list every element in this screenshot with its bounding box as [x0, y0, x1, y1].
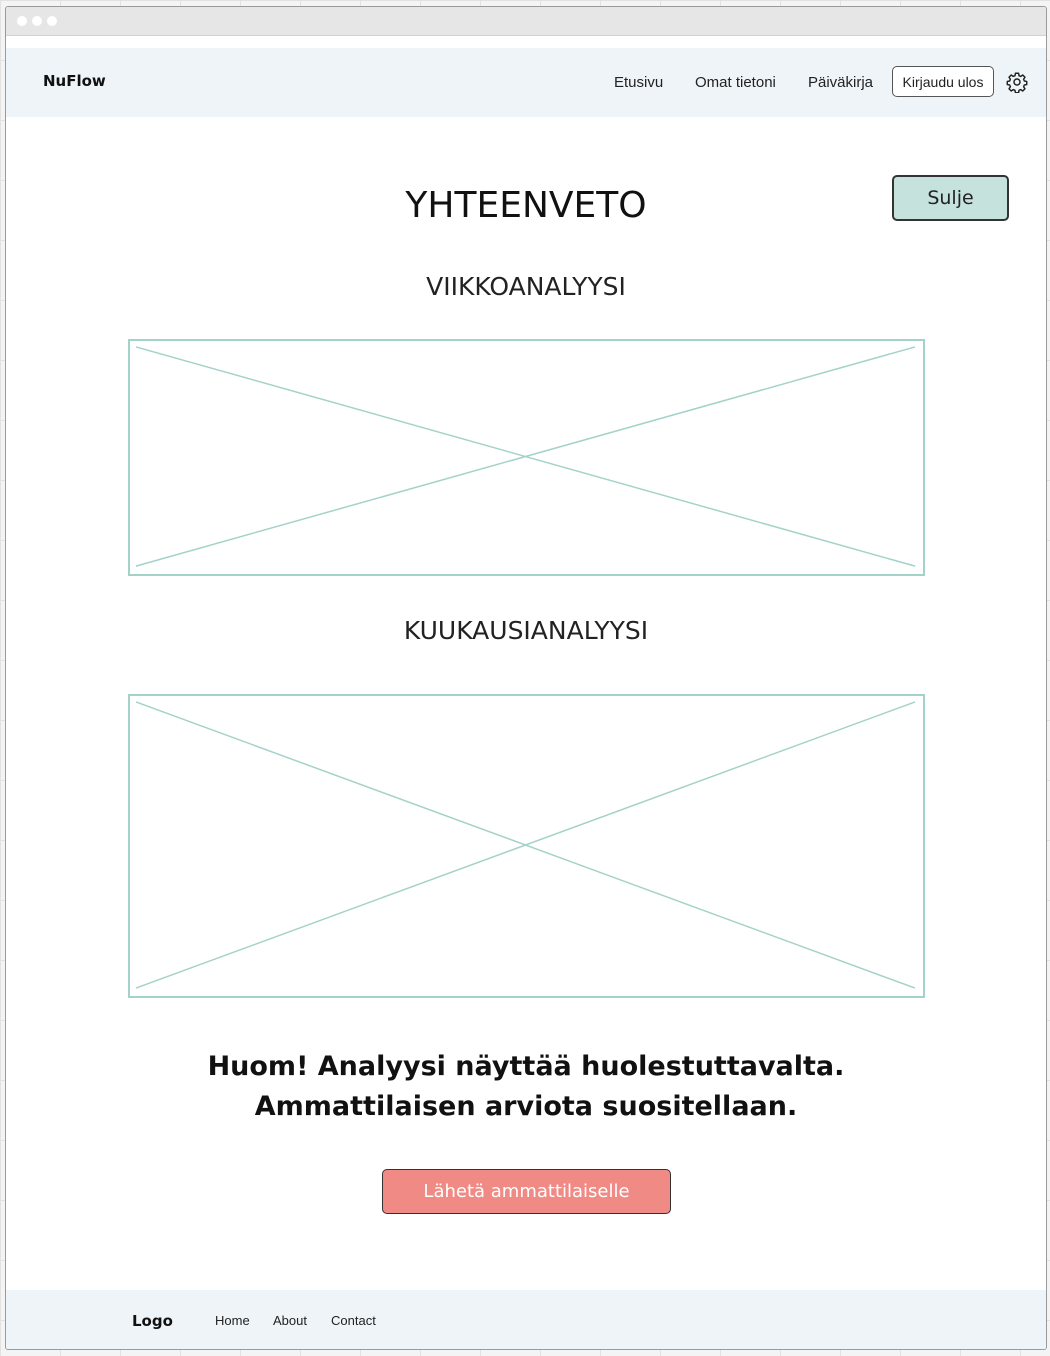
- top-navbar: NuFlow Etusivu Omat tietoni Päiväkirja K…: [6, 48, 1046, 117]
- gear-icon[interactable]: [1006, 71, 1028, 94]
- footer-link-contact[interactable]: Contact: [331, 1313, 376, 1328]
- nav-link-etusivu[interactable]: Etusivu: [614, 74, 663, 91]
- footer-link-about[interactable]: About: [273, 1313, 307, 1328]
- nav-link-paivakirja[interactable]: Päiväkirja: [808, 74, 873, 91]
- window-dot-icon: [17, 16, 27, 26]
- footer-logo[interactable]: Logo: [132, 1312, 173, 1330]
- monthly-analysis-placeholder: [128, 694, 925, 998]
- warning-message: Huom! Analyysi näyttää huolestuttavalta.…: [6, 1047, 1046, 1127]
- logout-button[interactable]: Kirjaudu ulos: [892, 66, 994, 97]
- brand-logo[interactable]: NuFlow: [43, 72, 106, 90]
- warning-line-1: Huom! Analyysi näyttää huolestuttavalta.: [207, 1051, 845, 1082]
- browser-window: NuFlow Etusivu Omat tietoni Päiväkirja K…: [5, 6, 1047, 1350]
- page-title: YHTEENVETO: [405, 185, 647, 226]
- footer-link-home[interactable]: Home: [215, 1313, 250, 1328]
- nav-link-omat-tietoni[interactable]: Omat tietoni: [695, 74, 776, 91]
- send-to-professional-button[interactable]: Lähetä ammattilaiselle: [382, 1169, 671, 1214]
- window-titlebar: [6, 7, 1046, 36]
- page-footer: Logo Home About Contact: [6, 1290, 1046, 1349]
- weekly-analysis-title: VIIKKOANALYYSI: [426, 272, 626, 301]
- weekly-analysis-placeholder: [128, 339, 925, 576]
- monthly-analysis-title: KUUKAUSIANALYYSI: [403, 616, 649, 645]
- window-dot-icon: [32, 16, 42, 26]
- window-dot-icon: [47, 16, 57, 26]
- warning-line-2: Ammattilaisen arviota suositellaan.: [254, 1091, 798, 1122]
